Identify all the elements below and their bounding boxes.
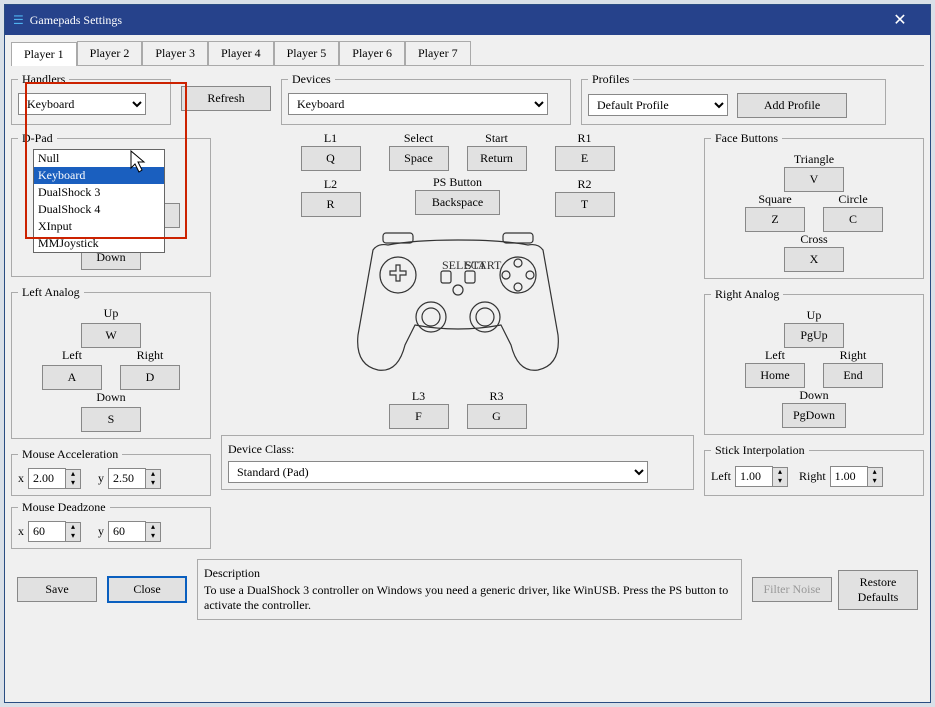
profiles-group: Profiles Default Profile Add Profile — [581, 72, 886, 125]
restore-defaults-button[interactable]: Restore Defaults — [838, 570, 918, 610]
ra-down-button[interactable]: PgDown — [782, 403, 846, 428]
handlers-group: Handlers Keyboard — [11, 72, 171, 125]
mouse-dead-y[interactable] — [108, 521, 146, 542]
spinner-buttons[interactable]: ▴▾ — [145, 522, 161, 542]
tab-player-5[interactable]: Player 5 — [274, 41, 340, 65]
mouse-deadzone-group: Mouse Deadzone x ▴▾ y ▴▾ — [11, 500, 211, 549]
face-buttons-group: Face Buttons TriangleV SquareZ CircleC C… — [704, 131, 924, 279]
refresh-button[interactable]: Refresh — [181, 86, 271, 111]
spinner-buttons[interactable]: ▴▾ — [145, 469, 161, 489]
handlers-dropdown-list[interactable]: Null Keyboard DualShock 3 DualShock 4 XI… — [33, 149, 165, 253]
description-group: Description To use a DualShock 3 control… — [197, 559, 742, 620]
svg-text:START: START — [465, 258, 502, 272]
ra-right-button[interactable]: End — [823, 363, 883, 388]
titlebar: ☰ Gamepads Settings ✕ — [5, 5, 930, 35]
triangle-button[interactable]: V — [784, 167, 844, 192]
controller-diagram: SELECT START — [221, 225, 694, 385]
device-class-select[interactable]: Standard (Pad) — [228, 461, 648, 483]
close-button[interactable]: Close — [107, 576, 187, 603]
profiles-select[interactable]: Default Profile — [588, 94, 728, 116]
stick-interp-group: Stick Interpolation Left ▴▾ Right ▴▾ — [704, 443, 924, 496]
ra-up-button[interactable]: PgUp — [784, 323, 844, 348]
device-class-group: Device Class: Standard (Pad) — [221, 435, 694, 490]
r3-button[interactable]: G — [467, 404, 527, 429]
start-button[interactable]: Return — [467, 146, 527, 171]
save-button[interactable]: Save — [17, 577, 97, 602]
left-analog-group: Left Analog UpW LeftA RightD DownS — [11, 285, 211, 439]
mouse-accel-group: Mouse Acceleration x ▴▾ y ▴▾ — [11, 447, 211, 496]
spinner-buttons[interactable]: ▴▾ — [65, 469, 81, 489]
handler-option-mmjoystick[interactable]: MMJoystick — [34, 235, 164, 252]
handler-option-dualshock4[interactable]: DualShock 4 — [34, 201, 164, 218]
profiles-legend: Profiles — [588, 72, 633, 87]
square-button[interactable]: Z — [745, 207, 805, 232]
mouse-accel-y[interactable] — [108, 468, 146, 489]
spinner-buttons[interactable]: ▴▾ — [65, 522, 81, 542]
filter-noise-button[interactable]: Filter Noise — [752, 577, 832, 602]
devices-group: Devices Keyboard — [281, 72, 571, 125]
devices-legend: Devices — [288, 72, 335, 87]
spinner-buttons[interactable]: ▴▾ — [772, 467, 788, 487]
right-analog-group: Right Analog UpPgUp LeftHome RightEnd Do… — [704, 287, 924, 435]
window-close-button[interactable]: ✕ — [878, 5, 922, 35]
handler-option-xinput[interactable]: XInput — [34, 218, 164, 235]
r1-button[interactable]: E — [555, 146, 615, 171]
la-right-button[interactable]: D — [120, 365, 180, 390]
devices-select[interactable]: Keyboard — [288, 93, 548, 115]
spinner-buttons[interactable]: ▴▾ — [867, 467, 883, 487]
left-analog-legend: Left Analog — [18, 285, 84, 300]
r2-button[interactable]: T — [555, 192, 615, 217]
tab-player-3[interactable]: Player 3 — [142, 41, 208, 65]
dpad-legend: D-Pad — [18, 131, 57, 146]
window-title: Gamepads Settings — [30, 13, 122, 28]
tab-player-7[interactable]: Player 7 — [405, 41, 471, 65]
select-button[interactable]: Space — [389, 146, 449, 171]
tab-player-4[interactable]: Player 4 — [208, 41, 274, 65]
close-icon: ✕ — [893, 10, 906, 30]
la-down-button[interactable]: S — [81, 407, 141, 432]
handler-option-dualshock3[interactable]: DualShock 3 — [34, 184, 164, 201]
handler-option-null[interactable]: Null — [34, 150, 164, 167]
description-text: To use a DualShock 3 controller on Windo… — [204, 583, 735, 613]
tab-player-2[interactable]: Player 2 — [77, 41, 143, 65]
circle-button[interactable]: C — [823, 207, 883, 232]
l1-button[interactable]: Q — [301, 146, 361, 171]
stick-left-input[interactable] — [735, 466, 773, 487]
handler-option-keyboard[interactable]: Keyboard — [34, 167, 164, 184]
l3-button[interactable]: F — [389, 404, 449, 429]
add-profile-button[interactable]: Add Profile — [737, 93, 847, 118]
ps-button[interactable]: Backspace — [415, 190, 500, 215]
stick-right-input[interactable] — [830, 466, 868, 487]
cross-button[interactable]: X — [784, 247, 844, 272]
tab-player-1[interactable]: Player 1 — [11, 42, 77, 66]
mouse-dead-x[interactable] — [28, 521, 66, 542]
l2-button[interactable]: R — [301, 192, 361, 217]
la-left-button[interactable]: A — [42, 365, 102, 390]
player-tabs: Player 1 Player 2 Player 3 Player 4 Play… — [11, 41, 924, 66]
handlers-legend: Handlers — [18, 72, 69, 87]
mouse-accel-x[interactable] — [28, 468, 66, 489]
ra-left-button[interactable]: Home — [745, 363, 805, 388]
tab-player-6[interactable]: Player 6 — [339, 41, 405, 65]
handlers-select[interactable]: Keyboard — [18, 93, 146, 115]
settings-window: ☰ Gamepads Settings ✕ Player 1 Player 2 … — [4, 4, 931, 703]
app-icon: ☰ — [13, 13, 24, 28]
la-up-button[interactable]: W — [81, 323, 141, 348]
